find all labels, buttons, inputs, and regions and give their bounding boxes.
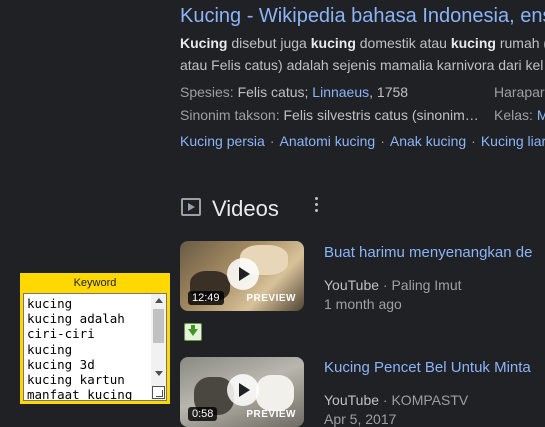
keyword-item: ciri-ciri (27, 326, 95, 342)
snippet-bold-term: kucing (450, 35, 496, 51)
linnaeus-link[interactable]: Linnaeus (312, 84, 369, 100)
scroll-thumb[interactable] (153, 309, 164, 343)
class-link[interactable]: M (537, 107, 545, 123)
video-play-icon (181, 198, 201, 216)
separator: · (379, 277, 392, 293)
play-icon (227, 374, 259, 406)
separator: · (379, 392, 392, 408)
resize-handle-icon[interactable] (152, 386, 165, 399)
keyword-item: kucing (27, 341, 73, 357)
sitelink-separator: · (471, 133, 476, 149)
video-duration: 0:58 (188, 407, 218, 421)
video-title-link[interactable]: Buat harimu menyenangkan de (324, 244, 532, 261)
keyword-panel: Keyword kucing kucing adalah ciri-ciri kuci… (20, 273, 170, 404)
sitelink[interactable]: Kucing liar (481, 133, 545, 149)
video-platform: YouTube (324, 392, 380, 408)
species-fact: Spesies: Felis catus; Linnaeus, 1758 (180, 84, 408, 100)
keyword-item: kucing (27, 296, 73, 311)
cat-shape (256, 375, 294, 411)
lifespan-label: Harapar (494, 84, 545, 100)
keyword-textarea[interactable]: kucing kucing adalah ciri-ciri kucing kucing… (23, 293, 167, 401)
video-source: YouTube · Paling Imut (324, 277, 462, 293)
synonym-fact: Sinonim takson: Felis silvestris catus (… (180, 107, 479, 123)
videos-heading: Videos (212, 196, 279, 221)
snippet-bold-term: Kucing (180, 35, 228, 51)
video-channel: Paling Imut (391, 277, 462, 293)
video-source: YouTube · KOMPASTV (324, 392, 468, 408)
preview-label: PREVIEW (246, 293, 296, 304)
video-channel: KOMPASTV (391, 392, 469, 408)
snippet-bold-term: kucing (310, 35, 356, 51)
scroll-down-arrow-icon[interactable] (155, 371, 163, 376)
class-fact: Kelas: M (494, 107, 545, 123)
video-thumbnail[interactable]: 12:49 PREVIEW (180, 241, 304, 311)
keyword-panel-header: Keyword (73, 277, 117, 289)
snippet-text: rumah ( (495, 35, 545, 51)
sitelink[interactable]: Kucing persia (180, 133, 265, 149)
result-title-link[interactable]: Kucing - Wikipedia bahasa Indonesia, ens (180, 5, 545, 28)
more-options-icon[interactable] (311, 197, 321, 215)
video-duration: 12:49 (188, 291, 224, 305)
result-snippet-line-2: atau Felis catus) adalah sejenis mamalia… (180, 57, 544, 73)
keyword-item: manfaat kucing (27, 387, 133, 401)
video-title-link[interactable]: Kucing Pencet Bel Untuk Minta (324, 359, 531, 376)
species-year: , 1758 (369, 84, 409, 100)
play-icon (227, 258, 259, 290)
keyword-item: kucing adalah (27, 311, 125, 327)
synonym-label: Sinonim takson: (180, 107, 284, 123)
species-value: Felis catus; (237, 84, 313, 100)
keyword-item: kucing 3d (27, 356, 95, 372)
snippet-text: disebut juga (227, 35, 311, 51)
class-label: Kelas: (494, 107, 537, 123)
video-date: 1 month ago (324, 296, 402, 312)
snippet-text: domestik atau (355, 35, 451, 51)
species-label: Spesies: (180, 84, 238, 100)
preview-label: PREVIEW (246, 409, 296, 420)
sitelink[interactable]: Anak kucing (390, 133, 466, 149)
download-icon[interactable] (184, 323, 202, 341)
result-snippet-line-1: Kucing disebut juga kucing domestik atau… (180, 35, 545, 51)
keyword-scrollbar[interactable] (151, 294, 166, 400)
sitelink-separator: · (269, 133, 275, 149)
scroll-up-arrow-icon[interactable] (155, 298, 163, 303)
synonym-value: Felis silvestris catus (sinonim… (283, 107, 479, 123)
sitelink[interactable]: Anatomi kucing (280, 133, 376, 149)
sitelink-separator: · (380, 133, 385, 149)
keyword-item: kucing kartun (27, 372, 125, 388)
video-thumbnail[interactable]: 0:58 PREVIEW (180, 357, 304, 427)
result-sitelinks: Kucing persia · Anatomi kucing · Anak kucing… (180, 133, 545, 149)
video-date: Apr 5, 2017 (324, 411, 397, 427)
video-platform: YouTube (324, 277, 380, 293)
keyword-list: kucing kucing adalah ciri-ciri kucing kucing… (27, 296, 133, 401)
